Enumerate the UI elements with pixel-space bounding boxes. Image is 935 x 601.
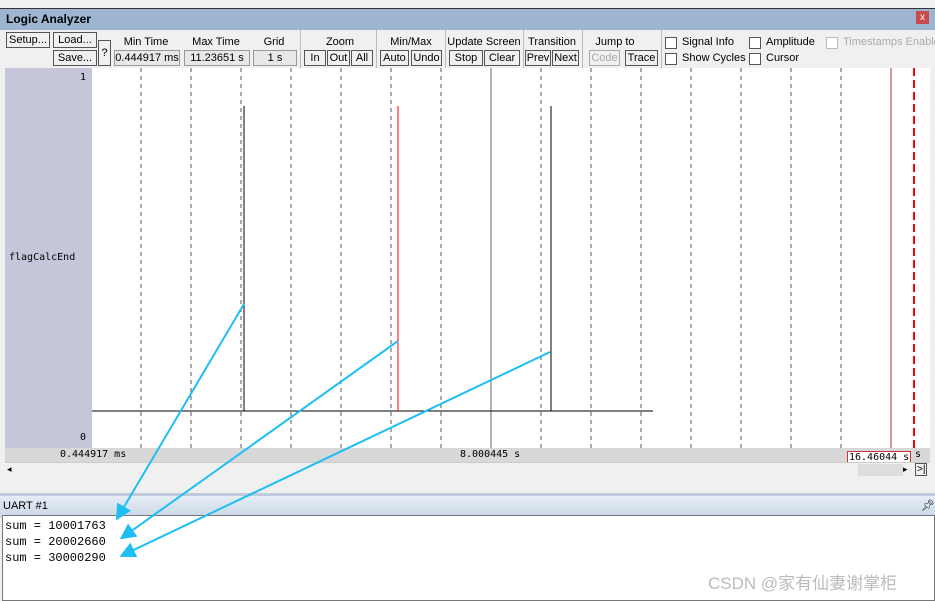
annotation-arrows: [115, 303, 551, 558]
annotation-arrow: [115, 303, 245, 521]
annotation-arrow: [119, 351, 551, 558]
